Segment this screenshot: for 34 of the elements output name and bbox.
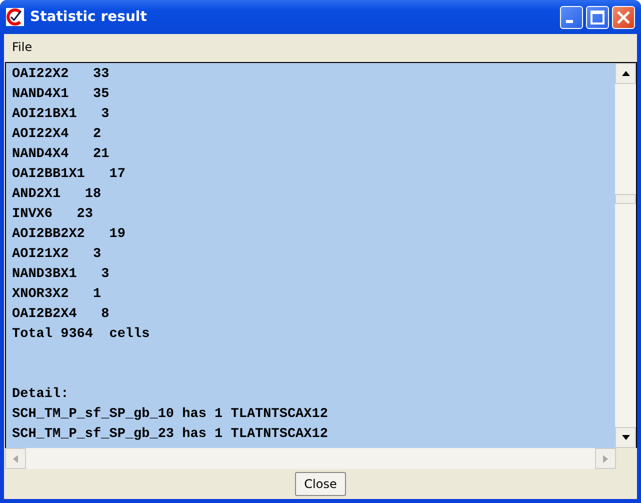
text-line: AOI21X2 3 [12, 246, 102, 264]
vertical-scrollbar[interactable] [615, 63, 636, 448]
window-title: Statistic result [30, 9, 148, 25]
text-line: Total 9364 cells [12, 326, 151, 344]
close-dialog-button[interactable]: Close [295, 472, 346, 496]
text-line: AOI21BX1 3 [12, 106, 110, 124]
text-line: XNOR3X2 1 [12, 286, 102, 304]
minimize-button[interactable] [560, 6, 583, 28]
text-area[interactable] [6, 63, 615, 448]
app-icon [6, 8, 24, 26]
text-line: OAI22X2 33 [12, 66, 110, 84]
text-line: AOI22X4 2 [12, 126, 102, 144]
up-arrow-icon [622, 71, 630, 76]
text-line: SCH_TM_P_sf_SP_gb_23 has 1 TLATNTSCAX12 [12, 426, 329, 444]
right-arrow-icon [603, 454, 608, 462]
menu-item[interactable]: File [10, 40, 34, 54]
text-line: Detail: [12, 386, 70, 404]
text-line: INVX6 23 [12, 206, 94, 224]
scroll-down-button[interactable] [615, 427, 636, 448]
text-line: OAI2BB1X1 17 [12, 166, 126, 184]
text-line: NAND4X1 35 [12, 86, 110, 104]
text-line: NAND3BX1 3 [12, 266, 110, 284]
minimize-icon [566, 20, 573, 22]
text-line: OAI2B2X4 8 [12, 306, 110, 324]
scroll-thumb[interactable] [615, 194, 636, 204]
text-line: AND2X1 18 [12, 186, 102, 204]
scroll-up-button[interactable] [615, 63, 636, 84]
maximize-button[interactable] [586, 6, 609, 28]
left-arrow-icon [13, 454, 18, 462]
text-line: NAND4X4 21 [12, 146, 110, 164]
close-button[interactable] [612, 6, 635, 28]
down-arrow-icon [622, 435, 630, 440]
text-line: SCH_TM_P_sf_SP_gb_10 has 1 TLATNTSCAX12 [12, 406, 329, 424]
text-line: AOI2BB2X2 19 [12, 226, 126, 244]
